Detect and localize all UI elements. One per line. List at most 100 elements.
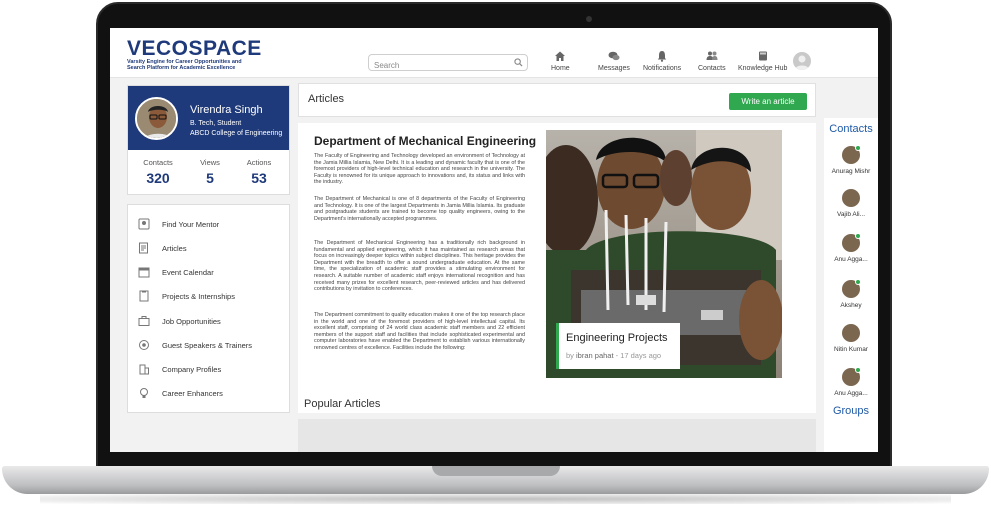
stat-value: 53 xyxy=(251,170,267,186)
sidebar-item-career-enhancers[interactable]: Career Enhancers xyxy=(128,383,289,403)
contact-avatar xyxy=(842,189,860,207)
stat-value: 5 xyxy=(206,170,214,186)
write-article-button[interactable]: Write an article xyxy=(729,93,807,110)
groups-title[interactable]: Groups xyxy=(824,405,878,417)
laptop-shadow xyxy=(40,494,951,504)
profile-name[interactable]: Virendra Singh xyxy=(190,104,263,116)
article-paragraph: The Faculty of Engineering and Technolog… xyxy=(314,153,525,186)
article-paragraph: The Department of Mechanical Engineering… xyxy=(314,240,525,293)
speaker-icon xyxy=(139,340,149,350)
caption-time: - 17 days ago xyxy=(613,351,662,360)
articles-header: Articles Write an article xyxy=(298,83,816,117)
laptop-notch xyxy=(432,466,560,476)
bulb-icon xyxy=(140,388,148,398)
online-dot-icon xyxy=(855,279,861,285)
home-icon xyxy=(555,51,566,61)
article-paragraph: The Department commitment to quality edu… xyxy=(314,312,525,351)
bell-icon xyxy=(657,51,667,62)
sidebar-item-guest-speakers[interactable]: Guest Speakers & Trainers xyxy=(128,335,289,355)
caption-meta: by ibran pahat - 17 days ago xyxy=(566,351,661,360)
contacts-icon xyxy=(706,51,718,60)
contact-name: Vajib Ali... xyxy=(836,211,866,218)
nav-messages[interactable]: Messages xyxy=(598,50,630,72)
contacts-title: Contacts xyxy=(829,123,873,135)
profile-card: Virendra Singh B. Tech, Student ABCD Col… xyxy=(127,85,290,195)
contact-avatar xyxy=(842,279,861,298)
caption-author[interactable]: ibran pahat xyxy=(576,351,614,360)
image-caption[interactable]: Engineering Projects by ibran pahat - 17… xyxy=(556,323,680,369)
laptop-frame: VECOSPACE Varsity Engine for Career Oppo… xyxy=(0,0,991,515)
contact-item[interactable]: Anu Agga... xyxy=(824,233,878,263)
sidebar-item-articles[interactable]: Articles xyxy=(128,238,289,258)
sidebar-item-label: Articles xyxy=(162,243,187,253)
user-avatar[interactable] xyxy=(793,52,811,70)
nav-label: Messages xyxy=(598,65,630,72)
contact-item[interactable]: Anurag Mishr xyxy=(824,145,878,175)
online-dot-icon xyxy=(855,145,861,151)
mentor-icon xyxy=(138,218,150,230)
contact-name: Nitin Kumar xyxy=(834,346,868,353)
caption-title: Engineering Projects xyxy=(566,332,668,344)
nav-home[interactable]: Home xyxy=(551,50,570,72)
article-heading[interactable]: Department of Mechanical Engineering xyxy=(314,134,536,148)
camera-icon xyxy=(586,16,592,22)
articles-title: Articles xyxy=(308,93,345,105)
contact-name: Anu Agga... xyxy=(834,256,868,263)
avatar-placeholder-icon xyxy=(795,55,809,70)
article-paragraph: The Department of Mechanical is one of 8… xyxy=(314,196,525,222)
contact-item[interactable]: Vajib Ali... xyxy=(824,189,878,218)
sidebar-item-label: Job Opportunities xyxy=(162,316,221,326)
briefcase-icon xyxy=(138,316,150,326)
contact-name: Anu Agga... xyxy=(834,390,868,397)
contact-item[interactable]: Anu Agga... xyxy=(824,367,878,397)
stat-views[interactable]: Views 5 xyxy=(185,158,235,186)
popular-articles-title: Popular Articles xyxy=(304,398,381,410)
nav-label: Knowledge Hub xyxy=(738,65,788,72)
online-dot-icon xyxy=(855,233,861,239)
search-icon[interactable] xyxy=(514,58,523,67)
sidebar-item-event-calendar[interactable]: Event Calendar xyxy=(128,262,289,282)
sidebar-item-label: Find Your Mentor xyxy=(162,219,220,229)
calendar-icon xyxy=(138,267,150,278)
contact-avatar xyxy=(842,233,861,252)
nav-knowledge-hub[interactable]: Knowledge Hub xyxy=(738,50,787,72)
sidebar-item-label: Projects & Internships xyxy=(162,291,235,301)
messages-icon xyxy=(608,51,620,61)
search-box xyxy=(368,54,528,73)
contact-name: Anurag Mishr xyxy=(831,168,871,175)
nav-notifications[interactable]: Notifications xyxy=(643,50,681,72)
profile-banner: Virendra Singh B. Tech, Student ABCD Col… xyxy=(128,86,289,150)
top-header: VECOSPACE Varsity Engine for Career Oppo… xyxy=(110,28,878,78)
book-icon xyxy=(758,51,767,61)
sidebar-item-projects[interactable]: Projects & Internships xyxy=(128,286,289,306)
sidebar-item-company-profiles[interactable]: Company Profiles xyxy=(128,359,289,379)
nav-label: Contacts xyxy=(698,65,726,72)
person-photo-icon xyxy=(137,99,176,138)
sidebar-item-job-opportunities[interactable]: Job Opportunities xyxy=(128,311,289,331)
contact-avatar xyxy=(842,324,860,342)
profile-photo[interactable] xyxy=(135,97,178,140)
sidebar-item-label: Event Calendar xyxy=(162,267,214,277)
contact-avatar xyxy=(842,367,861,386)
sidebar-item-label: Guest Speakers & Trainers xyxy=(162,340,253,350)
projects-icon xyxy=(139,290,149,302)
logo-title[interactable]: VECOSPACE xyxy=(127,37,262,61)
sidebar-item-label: Company Profiles xyxy=(162,364,222,374)
article-card: Department of Mechanical Engineering The… xyxy=(298,123,816,413)
contact-name: Akshey xyxy=(840,302,862,309)
nav-label: Notifications xyxy=(643,65,682,72)
stat-value: 320 xyxy=(146,170,170,186)
stat-actions[interactable]: Actions 53 xyxy=(234,158,284,186)
stat-label: Contacts xyxy=(143,158,173,167)
profile-college: ABCD College of Engineering xyxy=(190,130,283,137)
contact-item[interactable]: Nitin Kumar xyxy=(824,324,878,353)
caption-by: by xyxy=(566,351,574,360)
sidebar-item-find-mentor[interactable]: Find Your Mentor xyxy=(128,214,289,234)
online-dot-icon xyxy=(855,367,861,373)
nav-contacts[interactable]: Contacts xyxy=(698,50,726,72)
popular-articles-area xyxy=(298,419,816,452)
contact-item[interactable]: Akshey xyxy=(824,279,878,309)
stat-contacts[interactable]: Contacts 320 xyxy=(133,158,183,186)
contact-avatar xyxy=(842,145,861,164)
search-input[interactable] xyxy=(369,58,509,73)
